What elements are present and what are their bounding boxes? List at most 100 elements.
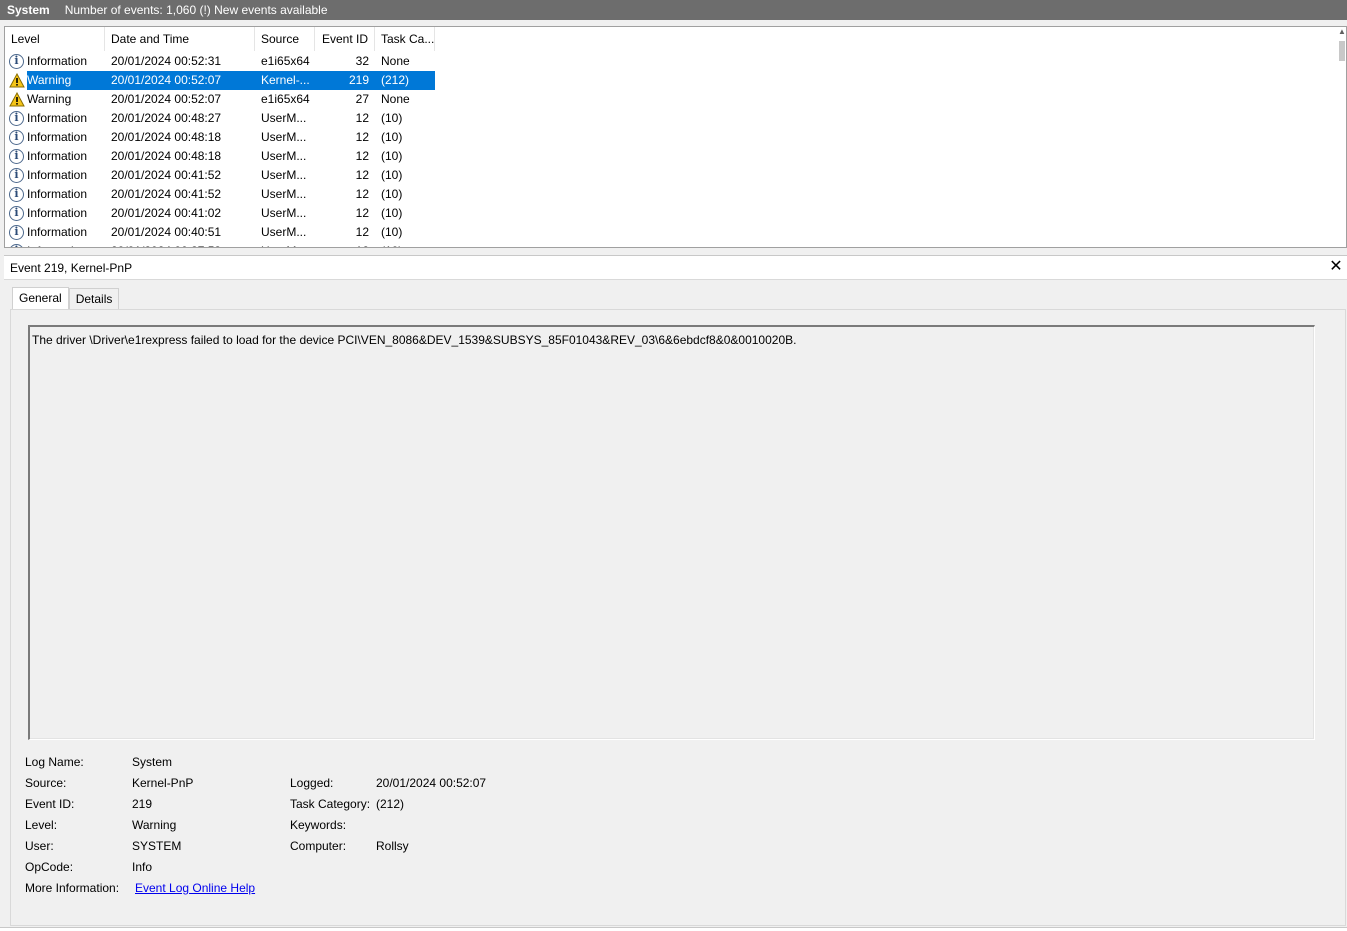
- scroll-up-icon[interactable]: ▲: [1338, 27, 1346, 37]
- info-icon: i: [9, 54, 24, 69]
- tab-general[interactable]: General: [12, 287, 69, 309]
- task-category-cell: (10): [381, 168, 403, 182]
- task-category-cell: None: [381, 54, 410, 68]
- event-id-cell: 12: [355, 111, 369, 125]
- level-value[interactable]: Warning: [132, 817, 176, 833]
- column-header-level[interactable]: Level: [5, 27, 105, 51]
- info-icon: i: [9, 149, 24, 164]
- level-text: Information: [27, 168, 88, 182]
- table-row[interactable]: i Information 20/01/2024 00:48:27 UserM... 1…: [5, 109, 1339, 128]
- source-cell: e1i65x64: [261, 54, 310, 68]
- level-text: Warning: [27, 71, 105, 90]
- task-category-label: Task Category:: [290, 797, 371, 811]
- date-cell: 20/01/2024 00:48:18: [111, 130, 222, 144]
- level-text: Information: [27, 130, 88, 144]
- user-label: User:: [25, 839, 54, 853]
- close-icon[interactable]: ✕: [1327, 258, 1345, 276]
- user-value[interactable]: SYSTEM: [132, 838, 181, 854]
- window-bottom-edge: [0, 927, 1347, 931]
- warning-icon: [9, 72, 25, 88]
- event-id-value[interactable]: 219: [132, 796, 152, 812]
- info-icon: i: [9, 187, 24, 202]
- level-text: Information: [27, 111, 88, 125]
- warning-icon: [9, 91, 25, 107]
- date-cell: 20/01/2024 00:52:31: [111, 54, 222, 68]
- column-header-date-time[interactable]: Date and Time: [105, 27, 255, 51]
- level-cell: Warning: [5, 90, 105, 109]
- task-category-value[interactable]: (212): [376, 796, 404, 812]
- logged-value[interactable]: 20/01/2024 00:52:07: [376, 775, 486, 791]
- level-cell: iInformation: [5, 185, 105, 204]
- event-id-cell: 12: [355, 149, 369, 163]
- table-row[interactable]: Warning 20/01/2024 00:52:07 Kernel-... 219(…: [5, 71, 1339, 90]
- level-cell: Warning: [5, 71, 105, 90]
- event-count-status[interactable]: Number of events: 1,060 (!) New events a…: [65, 3, 328, 17]
- list-scrollbar[interactable]: ▲: [1338, 27, 1346, 247]
- task-category-cell: (10): [381, 206, 403, 220]
- column-header-source[interactable]: Source: [255, 27, 315, 51]
- date-cell: 20/01/2024 00:48:27: [111, 111, 222, 125]
- table-row[interactable]: iInformation20/01/2024 00:37:53UserM...1…: [5, 242, 1339, 247]
- task-category-cell: (10): [381, 187, 403, 201]
- info-icon: i: [9, 168, 24, 183]
- table-row[interactable]: i Information 20/01/2024 00:48:18 UserM... 1…: [5, 128, 1339, 147]
- task-category-cell: (10): [381, 130, 403, 144]
- source-value[interactable]: Kernel-PnP: [132, 775, 193, 791]
- event-id-cell: 12: [355, 187, 369, 201]
- scroll-thumb[interactable]: [1339, 41, 1345, 61]
- task-category-cell: (212): [375, 71, 435, 90]
- logged-label: Logged:: [290, 776, 334, 790]
- table-row[interactable]: Warning 20/01/2024 00:52:07 e1i65x64 27 None: [5, 90, 1339, 109]
- source-cell: Kernel-...: [255, 71, 315, 90]
- event-id-cell: 12: [355, 225, 369, 239]
- table-row[interactable]: i Information 20/01/2024 00:52:31 e1i65x64 3…: [5, 52, 1339, 71]
- source-cell: UserM...: [261, 225, 307, 239]
- tab-details[interactable]: Details: [68, 288, 120, 309]
- computer-value[interactable]: Rollsy: [376, 838, 409, 854]
- level-text: Information: [27, 149, 88, 163]
- log-title-bar: System Number of events: 1,060 (!) New e…: [0, 0, 1347, 20]
- event-detail-pane: Event 219, Kernel-PnP ✕ General Details …: [4, 255, 1347, 929]
- level-cell: iInformation: [5, 223, 105, 242]
- table-row[interactable]: i Information 20/01/2024 00:41:02 UserM... 1…: [5, 204, 1339, 223]
- event-message[interactable]: The driver \Driver\e1rexpress failed to …: [28, 325, 1315, 740]
- detail-title: Event 219, Kernel-PnP: [10, 260, 133, 275]
- table-row[interactable]: i Information 20/01/2024 00:40:51 UserM... 1…: [5, 223, 1339, 242]
- table-row[interactable]: i Information 20/01/2024 00:41:52 UserM... 1…: [5, 166, 1339, 185]
- source-cell: UserM...: [261, 130, 307, 144]
- level-cell: iInformation: [5, 52, 105, 71]
- column-header-event-id[interactable]: Event ID: [315, 27, 375, 51]
- computer-label: Computer:: [290, 839, 347, 853]
- level-text: Warning: [27, 92, 72, 106]
- event-id-cell: 219: [315, 71, 375, 90]
- column-header-task-category[interactable]: Task Ca...: [375, 27, 435, 51]
- event-id-label: Event ID:: [25, 797, 75, 811]
- source-cell: UserM...: [261, 149, 307, 163]
- general-tab-body: The driver \Driver\e1rexpress failed to …: [10, 309, 1346, 926]
- event-id-cell: 32: [355, 54, 369, 68]
- source-cell: e1i65x64: [261, 92, 310, 106]
- detail-header: Event 219, Kernel-PnP ✕: [4, 256, 1347, 280]
- task-category-cell: (10): [381, 225, 403, 239]
- event-id-cell: 27: [355, 92, 369, 106]
- date-cell: 20/01/2024 00:52:07: [105, 71, 255, 90]
- task-category-cell: (10): [381, 111, 403, 125]
- log-name-value[interactable]: System: [132, 754, 172, 770]
- source-cell: UserM...: [261, 168, 307, 182]
- detail-tabs: General Details: [12, 287, 120, 309]
- level-cell: iInformation: [5, 128, 105, 147]
- date-cell: 20/01/2024 00:52:07: [111, 92, 222, 106]
- task-category-cell: (10): [375, 242, 435, 247]
- event-id-cell: 12: [355, 168, 369, 182]
- event-log-online-help-link[interactable]: Event Log Online Help: [135, 880, 255, 896]
- source-cell: UserM...: [261, 111, 307, 125]
- table-row[interactable]: i Information 20/01/2024 00:41:52 UserM... 1…: [5, 185, 1339, 204]
- level-cell: iInformation: [5, 204, 105, 223]
- date-cell: 20/01/2024 00:48:18: [111, 149, 222, 163]
- info-icon: i: [9, 111, 24, 126]
- opcode-value[interactable]: Info: [132, 859, 152, 875]
- level-cell: iInformation: [5, 109, 105, 128]
- level-text: Information: [27, 206, 88, 220]
- event-list[interactable]: Level Date and Time Source Event ID Task…: [4, 26, 1347, 248]
- table-row[interactable]: i Information 20/01/2024 00:48:18 UserM... 1…: [5, 147, 1339, 166]
